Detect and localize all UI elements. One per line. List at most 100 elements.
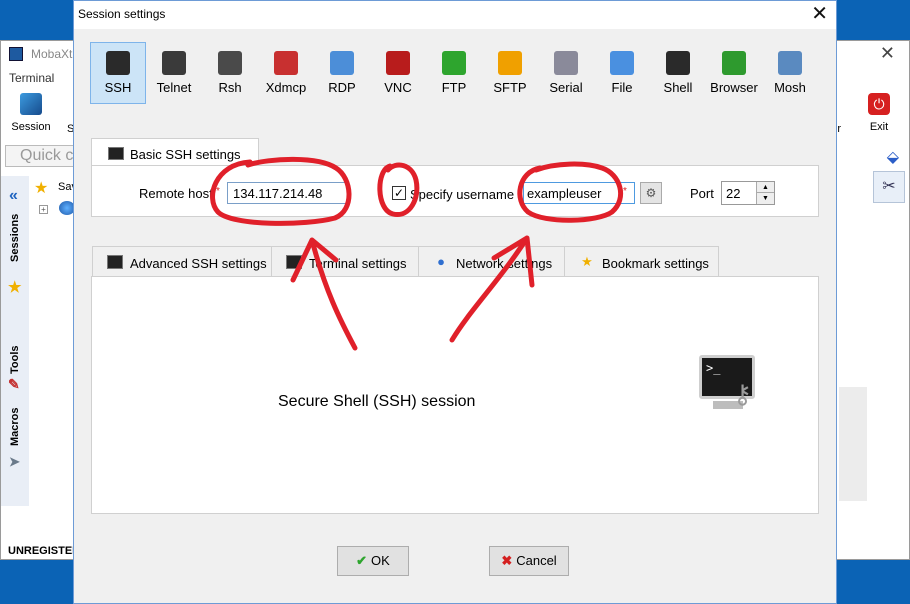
rdp-icon xyxy=(330,51,354,75)
check-icon: ✔ xyxy=(356,553,368,568)
session-type-browser[interactable]: Browser xyxy=(706,42,762,104)
side-tab-tools[interactable]: Tools ✎ xyxy=(3,336,27,396)
session-type-sftp[interactable]: SFTP xyxy=(482,42,538,104)
session-type-label: FTP xyxy=(441,80,467,95)
side-tab-tools-label: Tools xyxy=(9,345,21,374)
unregistered-label: UNREGISTER xyxy=(8,545,81,557)
session-type-rdp[interactable]: RDP xyxy=(314,42,370,104)
key-icon: ⚷ xyxy=(733,379,753,409)
side-tab-macros[interactable]: Macros ➤ xyxy=(3,406,27,476)
port-label: Port xyxy=(690,186,714,201)
port-spinbox[interactable]: 22 ▲ ▼ xyxy=(721,181,775,205)
spin-up-icon[interactable]: ▲ xyxy=(757,182,774,193)
side-tab-macros-label: Macros xyxy=(9,407,21,446)
tab-bookmark-settings[interactable]: ★ Bookmark settings xyxy=(564,246,719,277)
browser-icon xyxy=(722,51,746,75)
menu-terminal[interactable]: Terminal xyxy=(9,71,54,85)
side-tab-sessions-label: Sessions xyxy=(9,213,21,262)
session-type-telnet[interactable]: Telnet xyxy=(146,42,202,104)
remote-host-value: 134.117.214.48 xyxy=(233,186,323,201)
serial-icon xyxy=(554,51,578,75)
star-icon: ★ xyxy=(581,254,593,269)
required-asterisk: * xyxy=(216,186,220,197)
session-toolbar-button[interactable]: Session xyxy=(7,93,55,133)
side-tab-strip: Sessions ★ Tools ✎ Macros ➤ xyxy=(1,176,29,506)
username-input[interactable]: exampleuser xyxy=(523,182,635,204)
tab-advanced-ssh-settings-label: Advanced SSH settings xyxy=(130,256,267,271)
mosh-icon xyxy=(778,51,802,75)
exit-toolbar-button[interactable]: ⏻ Exit xyxy=(861,93,897,133)
username-value: exampleuser xyxy=(527,186,602,201)
collapse-sidebar-icon[interactable]: « xyxy=(9,187,18,205)
user-picker-button[interactable]: ⚙ xyxy=(640,182,662,204)
mobaxterm-app-icon xyxy=(9,47,23,61)
tab-basic-ssh-settings-label: Basic SSH settings xyxy=(130,147,241,162)
session-type-label: RDP xyxy=(328,80,356,95)
side-tab-sessions[interactable]: Sessions ★ xyxy=(3,213,27,296)
vnc-icon xyxy=(386,51,410,75)
specify-username-label[interactable]: Specify username xyxy=(410,187,514,202)
tag-icon[interactable]: ⬙ xyxy=(887,147,899,167)
tab-basic-ssh-settings[interactable]: Basic SSH settings xyxy=(91,138,259,166)
ssh-icon xyxy=(106,51,130,75)
remote-host-label: Remote host xyxy=(139,186,213,201)
session-type-label: File xyxy=(611,80,633,95)
ok-button[interactable]: ✔ OK xyxy=(337,546,409,576)
session-icon xyxy=(20,93,42,115)
tab-network-settings-label: Network settings xyxy=(456,256,553,271)
dialog-title: Session settings xyxy=(78,7,166,21)
background-app-title: MobaXt xyxy=(31,47,73,61)
session-type-ftp[interactable]: FTP xyxy=(426,42,482,104)
session-type-rsh[interactable]: Rsh xyxy=(202,42,258,104)
tab-bookmark-settings-label: Bookmark settings xyxy=(602,256,709,271)
ftp-icon xyxy=(442,51,466,75)
advanced-settings-panel: Secure Shell (SSH) session >_ ⚷ xyxy=(91,276,819,514)
tab-network-settings[interactable]: ● Network settings xyxy=(418,246,565,277)
ssh-large-icon: >_ ⚷ xyxy=(697,353,759,417)
session-settings-dialog: Session settings ✕ SSH Telnet Rsh Xdmcp RDP V… xyxy=(73,0,837,604)
session-type-shell[interactable]: Shell xyxy=(650,42,706,104)
session-type-label: Shell xyxy=(663,80,693,95)
shell-icon xyxy=(666,51,690,75)
cancel-button-label: Cancel xyxy=(516,553,557,568)
globe-icon: ● xyxy=(437,254,445,269)
session-type-label: SFTP xyxy=(493,80,527,95)
dialog-close-icon[interactable]: ✕ xyxy=(811,3,828,25)
session-description: Secure Shell (SSH) session xyxy=(278,393,476,410)
tab-terminal-settings[interactable]: Terminal settings xyxy=(271,246,419,277)
macros-icon: ➤ xyxy=(9,454,20,469)
session-type-label: Xdmcp xyxy=(265,80,307,95)
session-type-serial[interactable]: Serial xyxy=(538,42,594,104)
cancel-button[interactable]: ✖ Cancel xyxy=(489,546,569,576)
tab-advanced-ssh-settings[interactable]: Advanced SSH settings xyxy=(92,246,272,277)
session-type-label: Browser xyxy=(710,80,758,95)
saved-sessions-star-icon: ★ xyxy=(34,180,49,197)
exit-toolbar-label: Exit xyxy=(869,121,889,133)
settings-tools-icon[interactable]: ✂ xyxy=(873,171,905,203)
terminal-icon xyxy=(286,255,302,269)
tab-terminal-settings-label: Terminal settings xyxy=(309,256,407,271)
telnet-icon xyxy=(162,51,186,75)
terminal-icon xyxy=(107,255,123,269)
session-type-mosh[interactable]: Mosh xyxy=(762,42,818,104)
session-type-xdmcp[interactable]: Xdmcp xyxy=(258,42,314,104)
rsh-icon xyxy=(218,51,242,75)
session-type-vnc[interactable]: VNC xyxy=(370,42,426,104)
remote-host-input[interactable]: 134.117.214.48 xyxy=(227,182,349,204)
ok-button-label: OK xyxy=(371,553,390,568)
tree-expand-icon[interactable]: + xyxy=(39,205,48,214)
xdmcp-icon xyxy=(274,51,298,75)
spin-down-icon[interactable]: ▼ xyxy=(757,193,774,204)
specify-username-checkbox[interactable]: ✓ xyxy=(392,186,406,200)
background-close-icon[interactable]: ✕ xyxy=(880,43,895,64)
port-spin-buttons[interactable]: ▲ ▼ xyxy=(756,182,774,204)
session-type-ssh[interactable]: SSH xyxy=(90,42,146,104)
quick-connect-input[interactable]: Quick c xyxy=(5,145,77,167)
required-asterisk: * xyxy=(623,186,627,197)
file-icon xyxy=(610,51,634,75)
power-icon: ⏻ xyxy=(868,93,890,115)
dialog-titlebar: Session settings ✕ xyxy=(74,1,836,29)
session-type-file[interactable]: File xyxy=(594,42,650,104)
star-icon: ★ xyxy=(8,279,22,296)
basic-settings-panel: Remote host * 134.117.214.48 ✓ Specify u… xyxy=(91,165,819,217)
